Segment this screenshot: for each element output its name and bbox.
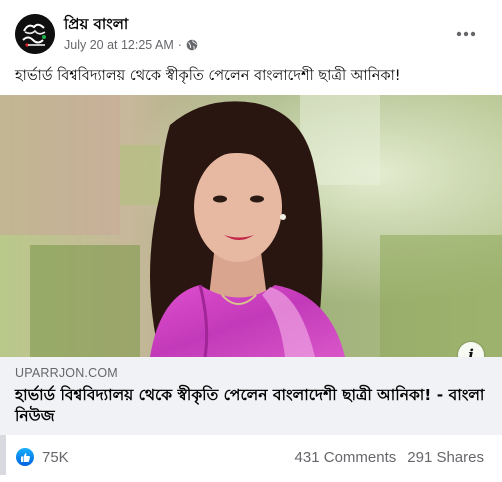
page-name[interactable]: প্রিয় বাংলা xyxy=(64,14,128,34)
post-date[interactable]: July 20 at 12:25 AM xyxy=(64,38,174,52)
post-meta: July 20 at 12:25 AM · xyxy=(64,37,198,53)
post-image[interactable] xyxy=(0,95,502,357)
more-horizontal-icon xyxy=(456,31,476,37)
woman-in-saree-photo xyxy=(0,95,502,357)
post-caption: হার্ভার্ড বিশ্ববিদ্যালয় থেকে স্বীকৃতি প… xyxy=(15,68,401,84)
engagement-stats: 431 Comments 291 Shares xyxy=(295,446,484,468)
like-icon xyxy=(16,448,34,466)
post-header: প্রিয় বাংলা July 20 at 12:25 AM · xyxy=(0,0,502,62)
meta-separator: · xyxy=(177,38,182,52)
globe-icon[interactable] xyxy=(186,39,198,51)
link-title[interactable]: হার্ভার্ড বিশ্ববিদ্যালয় থেকে স্বীকৃতি প… xyxy=(15,385,495,427)
shares-count[interactable]: 291 Shares xyxy=(407,449,484,466)
facebook-post: প্রিয় বাংলা July 20 at 12:25 AM · হার্ভ… xyxy=(0,0,502,482)
more-options-button[interactable] xyxy=(451,22,481,46)
page-logo xyxy=(15,14,55,54)
comments-count[interactable]: 431 Comments xyxy=(295,449,397,466)
avatar[interactable] xyxy=(15,14,55,54)
link-domain: UPARRJON.COM xyxy=(15,366,118,380)
reaction-count: 75K xyxy=(42,448,69,466)
link-preview[interactable]: UPARRJON.COM হার্ভার্ড বিশ্ববিদ্যালয় থে… xyxy=(0,357,502,435)
reaction-summary[interactable]: 75K xyxy=(16,446,69,468)
post-footer: 75K 431 Comments 291 Shares xyxy=(0,438,502,478)
